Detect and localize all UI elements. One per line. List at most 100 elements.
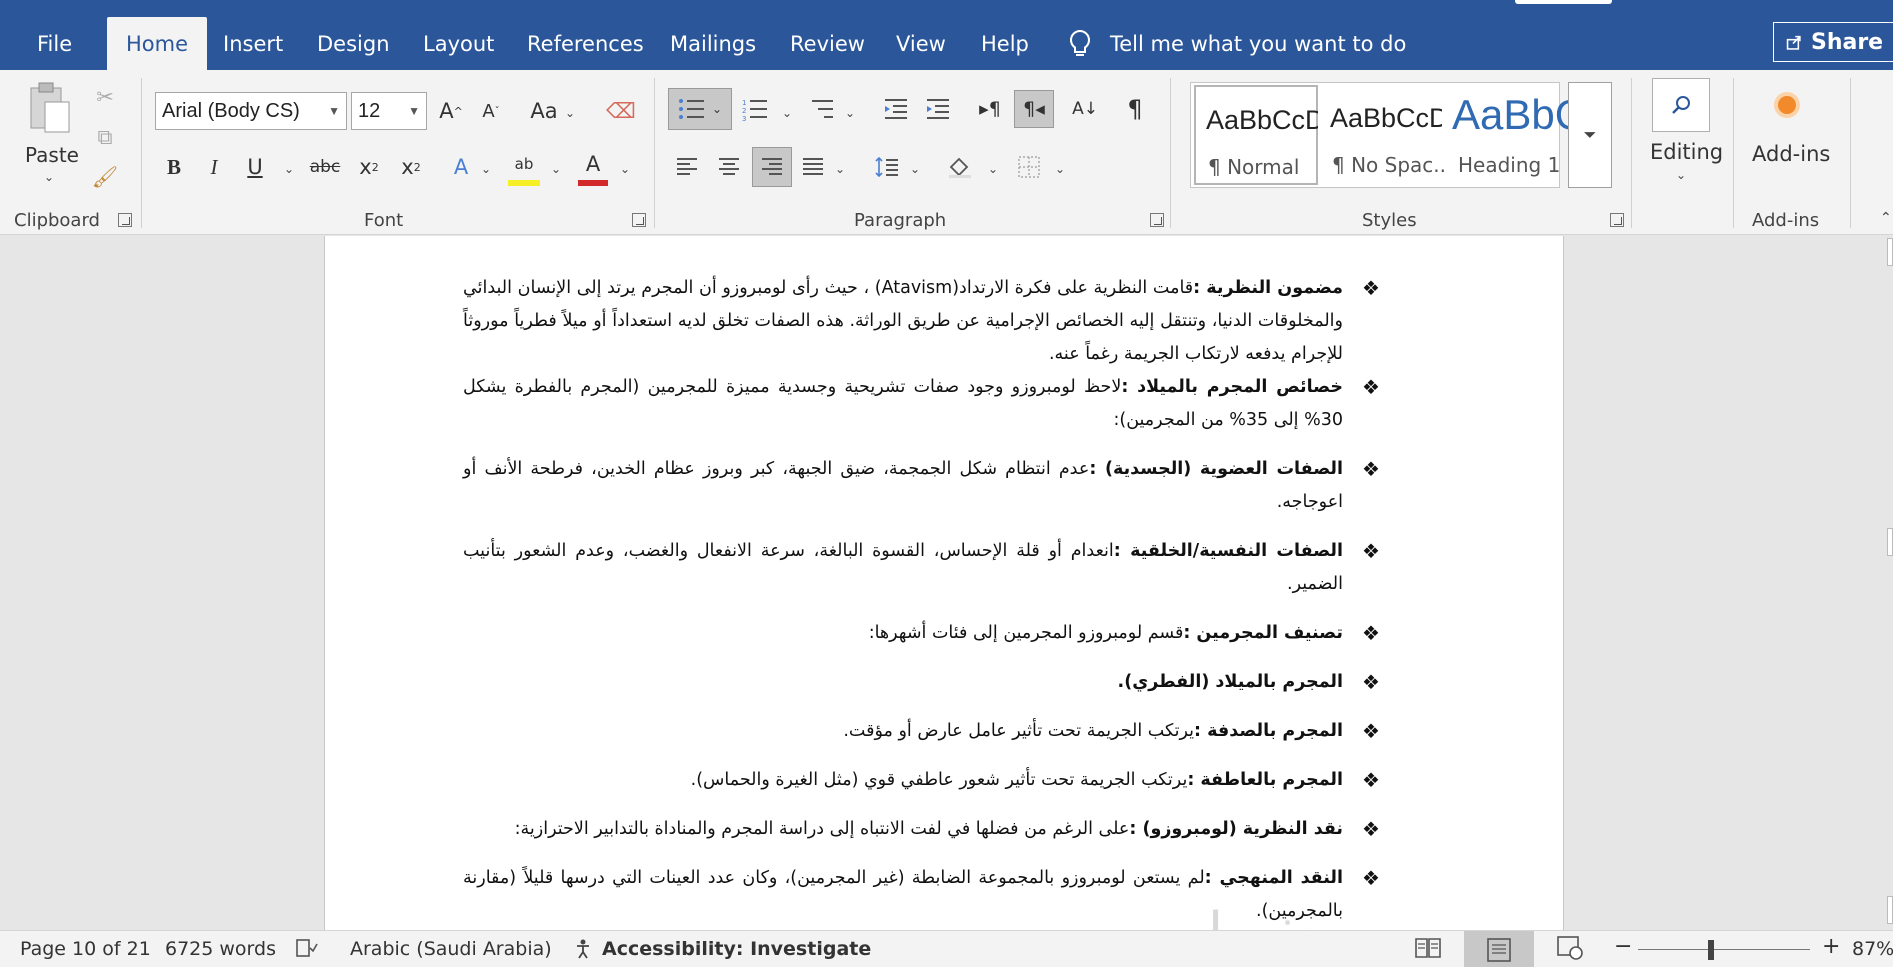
list-item[interactable]: ❖ تصنيف المجرمين :قسم لومبروزو المجرمين إ… [463,617,1380,650]
justify-icon[interactable] [798,150,828,184]
chevron-down-icon[interactable]: ⌄ [835,162,845,176]
zoom-level[interactable]: 87% [1852,938,1893,960]
right-to-left-icon[interactable]: ¶◂ [1014,90,1054,128]
list-item[interactable]: ❖ مضمون النظرية :قامت النظرية على فكرة ال… [463,272,1380,371]
tab-review[interactable]: Review [790,26,865,70]
editing-button[interactable]: Editing [1650,140,1723,164]
tab-home[interactable]: Home [107,17,208,70]
web-layout-icon[interactable] [1556,935,1584,966]
share-button[interactable]: Share ⌄ [1773,22,1893,62]
document-page[interactable]: ❖ مضمون النظرية :قامت النظرية على فكرة ال… [324,236,1564,930]
tab-design[interactable]: Design [317,26,390,70]
zoom-out-button[interactable]: − [1614,934,1632,959]
chevron-down-icon[interactable]: ⌄ [481,162,491,176]
chevron-down-icon[interactable]: ⌄ [565,106,575,120]
proofing-icon[interactable] [296,938,318,963]
chevron-down-icon[interactable]: ⌄ [551,162,561,176]
list-item[interactable]: ❖ خصائص المجرم بالميلاد :لاحظ لومبروزو وج… [463,371,1380,437]
add-ins-icon[interactable] [1778,96,1796,114]
document-body[interactable]: ❖ مضمون النظرية :قامت النظرية على فكرة ال… [463,272,1380,928]
list-item[interactable]: ❖ الصفات النفسية/الخلقية :انعدام أو قلة ا… [463,535,1380,601]
chevron-down-icon[interactable]: ⌄ [910,162,920,176]
subscript-icon[interactable]: x2 [354,150,384,184]
clipboard-launcher-icon[interactable] [118,213,132,227]
align-center-icon[interactable] [714,150,744,184]
collapse-ribbon-icon[interactable]: ⌃ [1880,210,1892,226]
page-count[interactable]: Page 10 of 21 [20,938,151,960]
style-heading-1[interactable]: AaBbC Heading 1 [1442,85,1570,185]
vertical-scrollbar[interactable] [1887,236,1893,930]
align-left-icon[interactable] [672,150,702,184]
chevron-down-icon[interactable]: ⌄ [620,162,630,176]
bullets-button[interactable]: ⌄ [668,88,732,130]
tab-insert[interactable]: Insert [223,26,283,70]
chevron-down-icon[interactable]: ⌄ [284,162,294,176]
zoom-slider[interactable] [1638,949,1810,950]
paste-icon[interactable] [24,78,76,138]
paste-button[interactable]: Paste [25,143,79,167]
increase-indent-icon[interactable] [922,90,954,128]
shrink-font-icon[interactable]: Aˇ [476,94,506,128]
chevron-down-icon[interactable]: ⌄ [845,106,855,120]
tab-mailings[interactable]: Mailings [670,26,756,70]
word-count[interactable]: 6725 words [165,938,276,960]
styles-launcher-icon[interactable] [1610,213,1624,227]
font-launcher-icon[interactable] [632,213,646,227]
line-spacing-icon[interactable] [872,150,902,184]
bold-icon[interactable]: B [160,150,188,184]
tab-references[interactable]: References [527,26,644,70]
font-family-select[interactable]: Arial (Body CS) ▼ [155,92,347,130]
chevron-down-icon[interactable]: ⌄ [988,162,998,176]
chevron-down-icon[interactable]: ⌄ [782,106,792,120]
chevron-down-icon[interactable]: ⌄ [1055,162,1065,176]
list-item[interactable]: ❖ المجرم بالميلاد (الفطري). [463,666,1380,699]
language-indicator[interactable]: Arabic (Saudi Arabia) [350,938,552,960]
align-right-icon[interactable] [752,147,792,187]
chevron-down-icon[interactable]: ⌄ [1676,168,1686,182]
highlight-icon[interactable]: ab [508,148,540,186]
change-case-button[interactable]: Aa [528,94,560,128]
italic-icon[interactable]: I [200,150,228,184]
add-ins-button[interactable]: Add-ins [1752,142,1830,166]
zoom-slider-thumb[interactable] [1708,940,1714,960]
show-formatting-icon[interactable]: ¶ [1120,90,1150,128]
superscript-icon[interactable]: x2 [396,150,426,184]
search-icon[interactable] [1652,78,1710,132]
list-item[interactable]: ❖ نقد النظرية (لومبروزو) :على الرغم من فض… [463,813,1380,846]
read-mode-icon[interactable] [1414,935,1442,966]
accessibility-button[interactable]: Accessibility: Investigate [574,938,871,960]
underline-icon[interactable]: U [241,150,269,184]
tab-layout[interactable]: Layout [423,26,494,70]
styles-more-button[interactable]: ⏷ [1568,82,1612,188]
svg-text:1: 1 [742,99,746,107]
sort-icon[interactable]: A↓ [1070,90,1100,128]
font-size-select[interactable]: 12 ▼ [351,92,427,130]
style-no-spacing[interactable]: AaBbCcDd ¶ No Spac... [1320,85,1448,185]
list-item[interactable]: ❖ الصفات العضوية (الجسدية) :عدم انتظام شك… [463,453,1380,519]
text-effects-icon[interactable]: A [446,150,476,184]
tab-view[interactable]: View [896,26,946,70]
print-layout-button[interactable] [1464,931,1534,967]
clear-formatting-icon[interactable]: ⌫ [606,94,636,128]
tell-me-search[interactable]: Tell me what you want to do [1068,26,1406,62]
grow-font-icon[interactable]: A ^ [436,94,466,128]
borders-icon[interactable] [1014,150,1044,184]
strikethrough-icon[interactable]: abc [308,150,342,184]
copy-icon[interactable]: ⧉ [92,124,118,150]
zoom-in-button[interactable]: + [1822,934,1840,959]
cut-icon[interactable]: ✂ [92,84,118,110]
shading-icon[interactable] [944,150,976,184]
multilevel-list-icon[interactable] [806,90,836,128]
tab-file[interactable]: File [37,26,72,70]
style-normal[interactable]: AaBbCcDd ¶ Normal [1194,85,1318,185]
paragraph-launcher-icon[interactable] [1150,213,1164,227]
decrease-indent-icon[interactable] [880,90,912,128]
list-item[interactable]: ❖ المجرم بالعاطفة :يرتكب الجريمة تحت تأثي… [463,764,1380,797]
left-to-right-icon[interactable]: ▸¶ [975,90,1005,128]
paste-dropdown-icon[interactable]: ⌄ [44,170,54,184]
list-item[interactable]: ❖ المجرم بالصدفة :يرتكب الجريمة تحت تأثير… [463,715,1380,748]
format-painter-icon[interactable]: 🖌 [92,164,119,190]
tab-help[interactable]: Help [981,26,1029,70]
numbering-icon[interactable]: 123 [740,90,770,128]
font-color-icon[interactable]: A [578,148,608,186]
